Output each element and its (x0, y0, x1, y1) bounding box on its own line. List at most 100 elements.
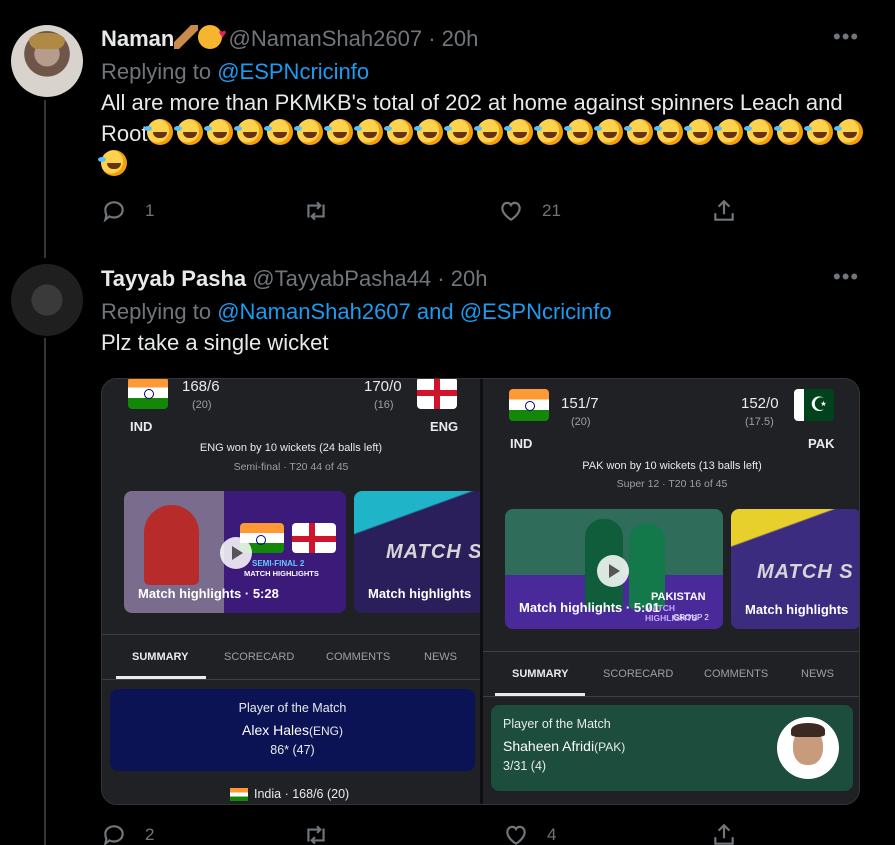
reply-icon (103, 201, 124, 223)
team2-name: ENG (430, 419, 459, 434)
laughing-emoji-icon (684, 119, 714, 145)
tab-comments[interactable]: COMMENTS (326, 651, 390, 663)
player-photo (777, 717, 839, 779)
tab-summary[interactable]: SUMMARY (132, 651, 188, 663)
retweet-button[interactable] (303, 822, 329, 845)
avatar[interactable] (11, 25, 83, 97)
banner-group: GROUP 2 (673, 613, 709, 622)
laughing-emoji-icon (534, 119, 564, 145)
video-thumbnail[interactable]: PAKISTAN MATCH HIGHLIGHTS GROUP 2 Match … (505, 509, 723, 629)
play-icon[interactable] (220, 537, 252, 569)
laughing-emoji-icon (414, 119, 444, 145)
laughing-emoji-icon (834, 119, 864, 145)
laughing-emoji-icon (264, 119, 294, 145)
like-icon (506, 825, 526, 845)
tweet-text: Plz take a single wicket (101, 330, 329, 355)
innings-summary: India · 168/6 (20) (254, 787, 350, 801)
tweet-image[interactable]: 168/6 (20) IND 170/0 (16) ENG ENG won by… (101, 378, 860, 805)
mention-link[interactable]: @ESPNcricinfo (217, 59, 369, 84)
video-thumbnail[interactable]: MATCH S Match highlights (354, 491, 484, 613)
reply-count: 1 (145, 201, 155, 220)
laughing-emoji-icon (594, 119, 624, 145)
handle[interactable]: @TayyabPasha44 (252, 266, 431, 291)
team1-score: 151/7 (561, 395, 599, 412)
tab-bar: SUMMARY SCORECARD COMMENTS NEWS (102, 634, 480, 680)
video-label: Match highlights (368, 586, 472, 601)
timestamp[interactable]: 20h (442, 26, 479, 51)
tweet-text: All are more than PKMKB's total of 202 a… (98, 87, 871, 180)
tab-summary[interactable]: SUMMARY (512, 668, 568, 680)
tab-scorecard[interactable]: SCORECARD (224, 651, 294, 663)
video-label: Match highlights · 5:01 (519, 600, 660, 615)
share-icon (714, 199, 734, 221)
avatar[interactable] (11, 264, 83, 336)
team1-score: 168/6 (182, 378, 220, 395)
player-of-match-card[interactable]: Player of the Match Shaheen Afridi(PAK) … (491, 705, 853, 791)
potm-label: Player of the Match (503, 717, 611, 731)
match-art-text: MATCH S (757, 561, 854, 583)
video-label: Match highlights (745, 602, 849, 617)
tab-comments[interactable]: COMMENTS (704, 668, 768, 680)
scorecard-panel-left: 168/6 (20) IND 170/0 (16) ENG ENG won by… (102, 378, 484, 804)
share-button[interactable] (711, 198, 737, 224)
thread-line (44, 100, 46, 258)
team2-score: 170/0 (364, 378, 402, 395)
laughing-emoji-icon (474, 119, 504, 145)
innings-footer: India · 168/6 (20) (230, 787, 349, 801)
tab-bar: SUMMARY SCORECARD COMMENTS NEWS (483, 651, 859, 697)
replying-to: Replying to @ESPNcricinfo (101, 57, 871, 87)
tweet: Tayyab Pasha @TayyabPasha44 · 20h ••• Re… (101, 264, 871, 358)
video-thumbnail[interactable]: SEMI-FINAL 2 MATCH HIGHLIGHTS Match high… (124, 491, 346, 613)
match-art-text: MATCH S (386, 541, 483, 563)
more-icon[interactable]: ••• (833, 24, 859, 50)
team2-score: 152/0 (741, 395, 779, 412)
team1-overs: (20) (571, 416, 591, 428)
play-icon[interactable] (597, 555, 629, 587)
tab-news[interactable]: NEWS (424, 651, 457, 663)
laughing-emoji-icon (624, 119, 654, 145)
retweet-icon (307, 825, 325, 845)
retweet-icon (307, 201, 325, 221)
banner-sub: MATCH HIGHLIGHTS (244, 569, 319, 578)
reply-icon (103, 825, 124, 845)
video-thumbnail[interactable]: MATCH S Match highlights (731, 509, 859, 629)
display-name[interactable]: Naman (101, 26, 174, 51)
laughing-emoji-icon (294, 119, 324, 145)
laughing-emoji-icon (654, 119, 684, 145)
india-flag-icon (128, 379, 168, 409)
like-button[interactable]: 4 (503, 822, 556, 845)
team2-name: PAK (808, 436, 835, 451)
handle[interactable]: @NamanShah2607 (228, 26, 422, 51)
replying-label: Replying to (101, 59, 212, 84)
laughing-emoji-icon (444, 119, 474, 145)
reply-button[interactable]: 2 (101, 822, 154, 845)
pakistan-flag-icon (794, 389, 834, 421)
team1-name: IND (510, 436, 533, 451)
replying-label: Replying to (101, 299, 212, 324)
team2-overs: (16) (374, 399, 394, 411)
laughing-emoji-icon (354, 119, 384, 145)
team2-overs: (17.5) (745, 416, 774, 428)
video-label: Match highlights · 5:28 (138, 586, 279, 601)
england-flag-icon (292, 523, 336, 553)
laughing-emoji-icon (804, 119, 834, 145)
like-button[interactable]: 21 (498, 198, 561, 224)
like-icon (501, 201, 521, 221)
potm-name-row: Alex Hales(ENG) (110, 722, 475, 738)
laughing-emoji-icon (324, 119, 354, 145)
display-name[interactable]: Tayyab Pasha (101, 266, 246, 291)
separator-dot: · (428, 26, 436, 51)
mention-link[interactable]: @NamanShah2607 and @ESPNcricinfo (217, 299, 611, 324)
more-icon[interactable]: ••• (833, 264, 859, 290)
tab-scorecard[interactable]: SCORECARD (603, 668, 673, 680)
laughing-emoji-icon (204, 119, 234, 145)
banner-title: SEMI-FINAL 2 (252, 559, 305, 568)
retweet-button[interactable] (303, 198, 329, 224)
timestamp[interactable]: 20h (451, 266, 488, 291)
tab-news[interactable]: NEWS (801, 668, 834, 680)
share-button[interactable] (711, 822, 737, 845)
reply-button[interactable]: 1 (101, 198, 154, 224)
cricket-bat-emoji-icon (174, 25, 199, 49)
player-of-match-card[interactable]: Player of the Match Alex Hales(ENG) 86* … (110, 689, 475, 771)
replying-to: Replying to @NamanShah2607 and @ESPNcric… (101, 297, 871, 327)
